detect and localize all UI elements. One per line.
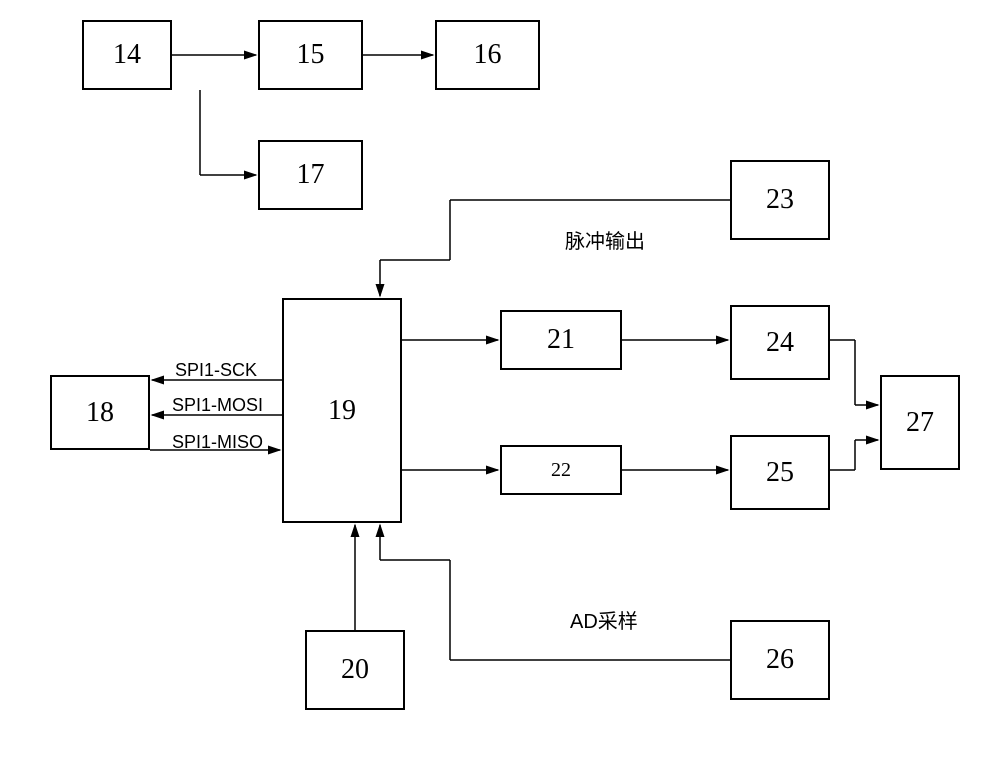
label-ad-sample: AD采样 — [570, 605, 638, 634]
block-16: 16 — [435, 20, 540, 90]
block-19: 19 — [282, 298, 402, 523]
connector-layer — [0, 0, 1000, 764]
label-spi-miso: SPI1-MISO — [172, 432, 263, 453]
block-18: 18 — [50, 375, 150, 450]
block-21: 21 — [500, 310, 622, 370]
label-spi-mosi: SPI1-MOSI — [172, 395, 263, 416]
block-20: 20 — [305, 630, 405, 710]
block-23: 23 — [730, 160, 830, 240]
label-pulse-output: 脉冲输出 — [565, 225, 645, 254]
block-27: 27 — [880, 375, 960, 470]
block-25: 25 — [730, 435, 830, 510]
block-24: 24 — [730, 305, 830, 380]
block-14: 14 — [82, 20, 172, 90]
label-spi-sck: SPI1-SCK — [175, 360, 257, 381]
block-22: 22 — [500, 445, 622, 495]
block-15: 15 — [258, 20, 363, 90]
block-26: 26 — [730, 620, 830, 700]
block-17: 17 — [258, 140, 363, 210]
